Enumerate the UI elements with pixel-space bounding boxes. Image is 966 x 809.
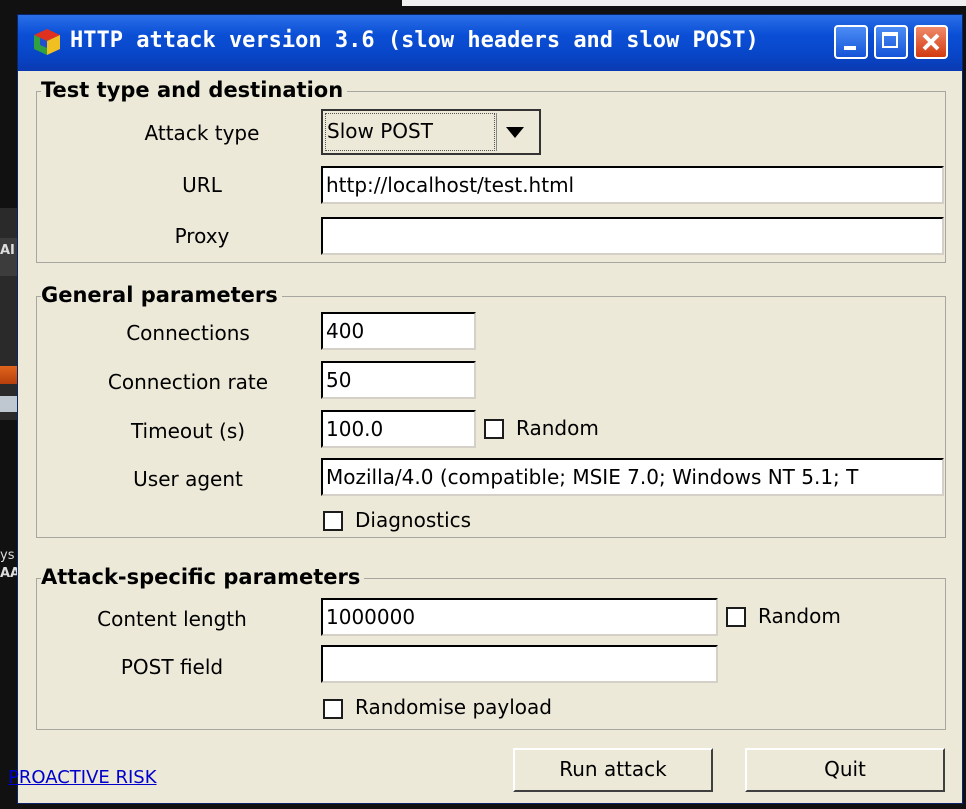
connection-rate-input[interactable]: 50 <box>321 361 476 399</box>
close-icon <box>922 33 940 51</box>
attack-type-value: Slow POST <box>327 119 433 143</box>
post-field-label: POST field <box>120 655 224 679</box>
url-input[interactable]: http://localhost/test.html <box>321 166 944 204</box>
close-button[interactable] <box>914 25 948 59</box>
background-text: ys <box>0 548 15 563</box>
content-length-random-label[interactable]: Random <box>758 604 841 628</box>
user-agent-input[interactable]: Mozilla/4.0 (compatible; MSIE 7.0; Windo… <box>321 458 944 496</box>
timeout-random-checkbox[interactable] <box>484 419 504 439</box>
app-cube-icon <box>34 29 60 55</box>
minimize-icon <box>844 46 856 50</box>
connections-input[interactable]: 400 <box>321 312 476 350</box>
attack-type-dropdown[interactable]: Slow POST <box>321 109 541 155</box>
proactive-risk-link[interactable]: PROACTIVE RISK <box>8 767 157 788</box>
quit-button[interactable]: Quit <box>745 748 945 792</box>
app-window: HTTP attack version 3.6 (slow headers an… <box>8 14 963 804</box>
background-window-edge <box>402 0 966 6</box>
group-title: Test type and destination <box>41 78 348 102</box>
minimize-button[interactable] <box>834 25 868 59</box>
content-length-input[interactable]: 1000000 <box>321 598 718 636</box>
content-length-label: Content length <box>97 607 247 631</box>
timeout-label: Timeout (s) <box>130 419 246 443</box>
maximize-icon <box>882 32 898 48</box>
content-length-random-checkbox[interactable] <box>726 607 746 627</box>
timeout-random-label[interactable]: Random <box>516 416 599 440</box>
title-bar[interactable]: HTTP attack version 3.6 (slow headers an… <box>18 15 962 71</box>
post-field-input[interactable] <box>321 645 718 683</box>
timeout-input[interactable]: 100.0 <box>321 410 476 448</box>
attack-type-label: Attack type <box>144 121 260 145</box>
url-label: URL <box>182 173 222 197</box>
connection-rate-label: Connection rate <box>107 370 269 394</box>
dropdown-arrow-button[interactable] <box>496 113 537 151</box>
diagnostics-checkbox[interactable] <box>323 511 343 531</box>
diagnostics-label[interactable]: Diagnostics <box>355 508 471 532</box>
randomise-payload-checkbox[interactable] <box>323 699 343 719</box>
window-title: HTTP attack version 3.6 (slow headers an… <box>70 28 759 53</box>
connections-label: Connections <box>126 321 250 345</box>
chevron-down-icon <box>506 127 524 138</box>
background-text: AI <box>0 243 15 258</box>
randomise-payload-label[interactable]: Randomise payload <box>355 695 552 719</box>
user-agent-label: User agent <box>133 467 243 491</box>
maximize-button[interactable] <box>874 25 908 59</box>
proxy-input[interactable] <box>321 217 944 255</box>
run-attack-button[interactable]: Run attack <box>513 748 713 792</box>
group-title: Attack-specific parameters <box>41 565 365 589</box>
proxy-label: Proxy <box>174 224 230 248</box>
group-title: General parameters <box>41 283 282 307</box>
